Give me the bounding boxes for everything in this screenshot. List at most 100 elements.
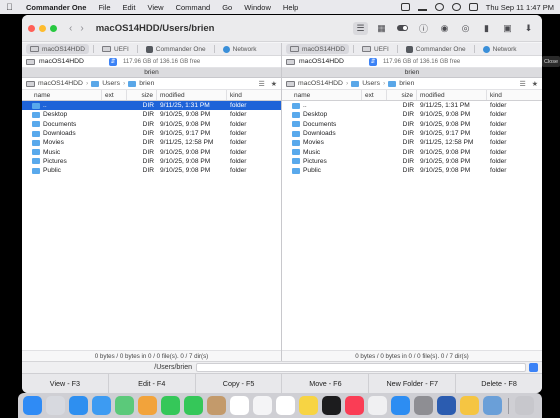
drive-menu-icon[interactable]: ⇵ xyxy=(369,57,377,66)
column-header-ext[interactable]: ext xyxy=(102,90,127,100)
toggle-icon[interactable] xyxy=(395,22,410,35)
apple-menu-icon[interactable]:  xyxy=(6,2,16,12)
file-row[interactable]: Pictures DIR 9/10/25, 9:08 PM folder xyxy=(22,157,281,166)
list-view-icon[interactable]: ☰ xyxy=(353,21,368,35)
file-row[interactable]: Downloads DIR 9/10/25, 9:17 PM folder xyxy=(282,129,542,138)
status-app-icon[interactable] xyxy=(400,3,410,11)
binoculars-icon[interactable]: ◎ xyxy=(458,22,473,35)
menu-help[interactable]: Help xyxy=(283,3,298,12)
file-row[interactable]: .. DIR 9/11/25, 1:31 PM folder xyxy=(282,101,542,110)
drive-menu-icon[interactable]: ⇵ xyxy=(109,57,117,66)
file-row[interactable]: Documents DIR 9/10/25, 9:08 PM folder xyxy=(282,120,542,129)
file-row[interactable]: Downloads DIR 9/10/25, 9:17 PM folder xyxy=(22,129,281,138)
column-header-kind[interactable]: kind xyxy=(487,90,542,100)
file-row[interactable]: Movies DIR 9/11/25, 12:58 PM folder xyxy=(282,138,542,147)
music-icon[interactable] xyxy=(345,396,364,415)
favorite-star-icon[interactable]: ★ xyxy=(532,80,538,88)
maps-icon[interactable] xyxy=(115,396,134,415)
calendar-icon[interactable] xyxy=(230,396,249,415)
delete-f8-button[interactable]: Delete - F8 xyxy=(456,374,542,393)
column-header-modified[interactable]: modified xyxy=(417,90,487,100)
mail-icon[interactable] xyxy=(92,396,111,415)
command-line-input[interactable] xyxy=(196,363,526,372)
safari-icon[interactable] xyxy=(69,396,88,415)
column-header-name[interactable]: name xyxy=(282,90,362,100)
zoom-window-button[interactable] xyxy=(50,24,57,32)
drive-selector[interactable]: macOS14HDD xyxy=(39,58,99,65)
preview-icon[interactable] xyxy=(460,396,479,415)
breadcrumb-item[interactable]: macOS14HDD xyxy=(298,80,343,87)
column-header-size[interactable]: size xyxy=(127,90,157,100)
right-tab-macos14hdd[interactable]: macOS14HDD xyxy=(286,44,349,54)
breadcrumb-item[interactable]: Users xyxy=(102,80,120,87)
list-menu-icon[interactable]: ☰ xyxy=(519,80,525,88)
file-row[interactable]: Pictures DIR 9/10/25, 9:08 PM folder xyxy=(282,157,542,166)
search-icon[interactable] xyxy=(451,3,461,11)
compress-icon[interactable]: ▮ xyxy=(479,22,494,35)
info-icon[interactable]: ⓘ xyxy=(416,22,431,35)
left-tab-uefi[interactable]: UEFI xyxy=(98,44,133,54)
command-history-icon[interactable] xyxy=(529,363,538,372)
notes-icon[interactable] xyxy=(299,396,318,415)
left-tab-network[interactable]: Network xyxy=(219,44,261,54)
commander-one-icon[interactable] xyxy=(437,396,456,415)
downloads-icon[interactable] xyxy=(483,396,502,415)
file-row[interactable]: Movies DIR 9/11/25, 12:58 PM folder xyxy=(22,138,281,147)
battery-icon[interactable] xyxy=(417,3,427,11)
column-header-name[interactable]: name xyxy=(22,90,102,100)
column-header-size[interactable]: size xyxy=(387,90,417,100)
right-tab-uefi[interactable]: UEFI xyxy=(358,44,393,54)
right-pane[interactable]: macOS14HDD UEFI Commander One Network ma… xyxy=(282,43,542,361)
launchpad-icon[interactable] xyxy=(46,396,65,415)
new-folder-f7-button[interactable]: New Folder - F7 xyxy=(369,374,457,393)
file-row[interactable]: Public DIR 9/10/25, 9:08 PM folder xyxy=(22,166,281,175)
breadcrumb-item[interactable]: brien xyxy=(139,80,154,87)
terminal-icon[interactable]: ▣ xyxy=(500,22,515,35)
menu-edit[interactable]: Edit xyxy=(123,3,136,12)
copy-f5-button[interactable]: Copy - F5 xyxy=(196,374,283,393)
column-header-kind[interactable]: kind xyxy=(227,90,281,100)
right-tab-commander-one[interactable]: Commander One xyxy=(402,44,470,54)
breadcrumb-item[interactable]: macOS14HDD xyxy=(38,80,83,87)
news-icon[interactable] xyxy=(368,396,387,415)
file-row[interactable]: Desktop DIR 9/10/25, 9:08 PM folder xyxy=(22,110,281,119)
file-row[interactable]: Desktop DIR 9/10/25, 9:08 PM folder xyxy=(282,110,542,119)
minimize-window-button[interactable] xyxy=(39,24,46,32)
file-row[interactable]: Documents DIR 9/10/25, 9:08 PM folder xyxy=(22,120,281,129)
breadcrumb-item[interactable]: brien xyxy=(399,80,414,87)
photos-icon[interactable] xyxy=(138,396,157,415)
menu-go[interactable]: Go xyxy=(222,3,232,12)
wifi-icon[interactable] xyxy=(434,3,444,11)
column-header-ext[interactable]: ext xyxy=(362,90,387,100)
facetime-icon[interactable] xyxy=(161,396,180,415)
list-menu-icon[interactable]: ☰ xyxy=(258,80,264,88)
forward-arrow-icon[interactable]: › xyxy=(80,23,83,34)
file-row[interactable]: .. DIR 9/11/25, 1:31 PM folder xyxy=(22,101,281,111)
favorite-star-icon[interactable]: ★ xyxy=(271,80,277,88)
trash-icon[interactable] xyxy=(515,396,534,415)
view-f3-button[interactable]: View - F3 xyxy=(22,374,109,393)
download-icon[interactable]: ⬇ xyxy=(521,22,536,35)
contacts-icon[interactable] xyxy=(207,396,226,415)
appstore-icon[interactable] xyxy=(391,396,410,415)
breadcrumb-item[interactable]: Users xyxy=(362,80,380,87)
menubar-clock[interactable]: Thu Sep 11 1:47 PM xyxy=(486,3,554,12)
file-row[interactable]: Public DIR 9/10/25, 9:08 PM folder xyxy=(282,166,542,175)
control-center-icon[interactable] xyxy=(468,3,478,11)
edit-f4-button[interactable]: Edit - F4 xyxy=(109,374,196,393)
left-tab-macos14hdd[interactable]: macOS14HDD xyxy=(26,44,89,54)
finder-icon[interactable] xyxy=(23,396,42,415)
tv-icon[interactable] xyxy=(322,396,341,415)
grid-view-icon[interactable]: ▦ xyxy=(374,22,389,35)
file-row[interactable]: Music DIR 9/10/25, 9:08 PM folder xyxy=(282,147,542,156)
close-button[interactable]: Close xyxy=(542,56,560,67)
right-tab-network[interactable]: Network xyxy=(479,44,521,54)
eye-icon[interactable]: ◉ xyxy=(437,22,452,35)
system-settings-icon[interactable] xyxy=(414,396,433,415)
freeform-icon[interactable] xyxy=(276,396,295,415)
left-tab-commander-one[interactable]: Commander One xyxy=(142,44,210,54)
reminders-icon[interactable] xyxy=(253,396,272,415)
menu-view[interactable]: View xyxy=(147,3,163,12)
menu-file[interactable]: File xyxy=(98,3,110,12)
close-window-button[interactable] xyxy=(28,24,35,32)
